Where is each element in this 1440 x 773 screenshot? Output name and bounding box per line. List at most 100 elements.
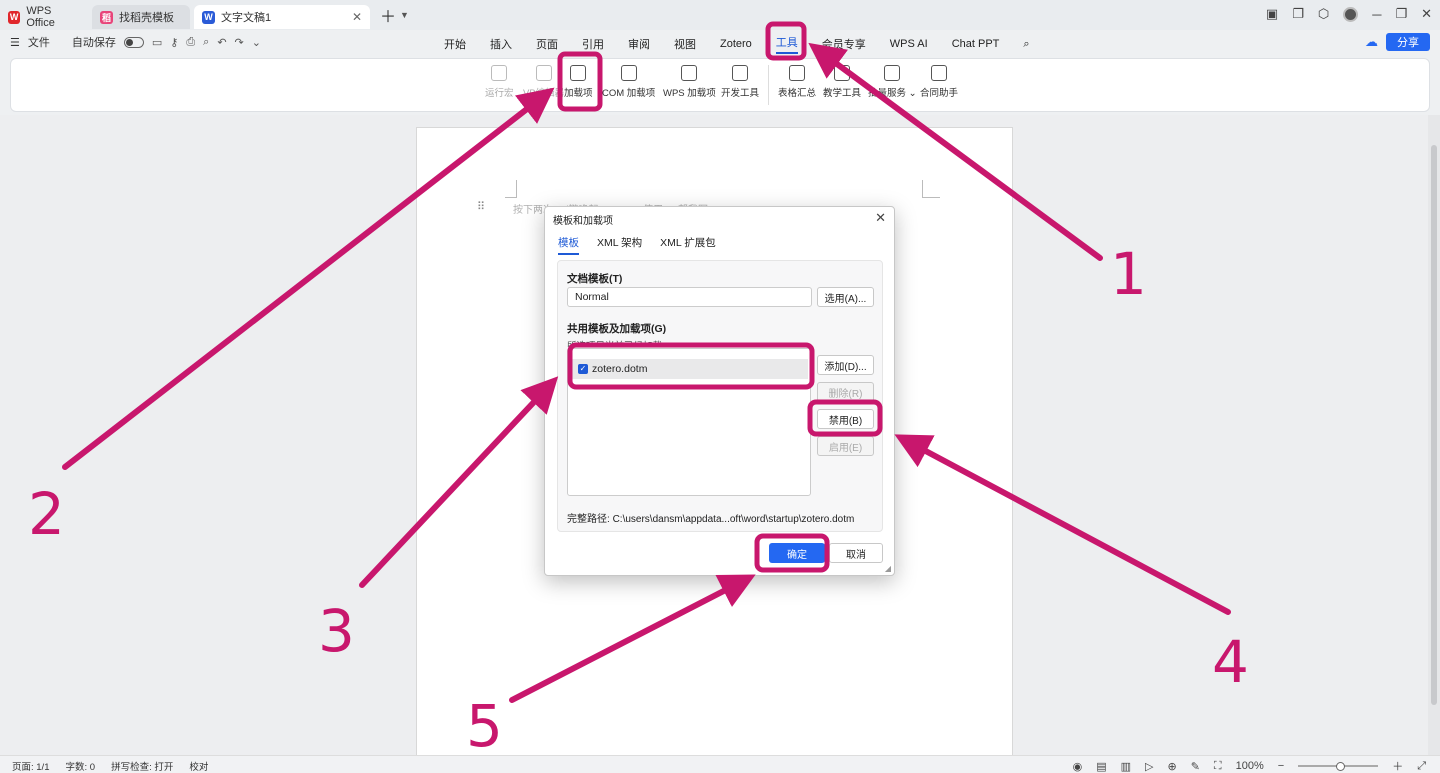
expand-icon[interactable]: ⤢ — [1417, 760, 1426, 773]
share-button[interactable]: 分享 — [1386, 33, 1430, 51]
developer-tools-button[interactable]: 开发工具 — [721, 65, 759, 99]
tab-insert[interactable]: 插入 — [490, 36, 512, 52]
restore-icon[interactable]: ❐ — [1395, 6, 1407, 22]
globe-icon[interactable]: ⊕ — [1167, 760, 1176, 773]
template-logo-icon: 稻 — [100, 10, 113, 24]
com-addins-button[interactable]: COM 加载项 — [602, 65, 655, 99]
autosave-toggle[interactable] — [123, 36, 144, 48]
key-icon[interactable]: ⚷ — [170, 36, 178, 49]
ribbon-label: 开发工具 — [721, 88, 760, 99]
drag-handle-icon[interactable]: ⠿ — [477, 200, 485, 213]
tab-member[interactable]: 会员专享 — [822, 36, 866, 52]
cube-icon — [681, 65, 698, 81]
enable-button[interactable]: 启用(E) — [817, 436, 874, 456]
word-count[interactable]: 字数: 0 — [66, 759, 96, 773]
vb-editor-button[interactable]: VB编辑器 — [523, 65, 564, 99]
ok-button[interactable]: 确定 — [769, 543, 825, 563]
teaching-tools-button[interactable]: 教学工具 — [823, 65, 861, 99]
addin-name: zotero.dotm — [592, 363, 648, 375]
page-view-icon[interactable]: ▤ — [1096, 760, 1106, 773]
pen-icon[interactable]: ✎ — [1191, 760, 1200, 773]
close-icon[interactable]: ✕ — [352, 10, 362, 24]
proofread[interactable]: 校对 — [189, 759, 208, 773]
resize-grip-icon[interactable]: ◢ — [885, 564, 891, 573]
chevron-down-icon[interactable]: ⌄ — [252, 36, 261, 49]
tab-templates[interactable]: 稻 找稻壳模板 — [92, 5, 190, 29]
annotation-number-5: 5 — [466, 692, 503, 760]
minimize-icon[interactable]: ─ — [1372, 7, 1381, 22]
vertical-scrollbar[interactable] — [1428, 115, 1440, 755]
tab-references[interactable]: 引用 — [582, 36, 604, 52]
addins-list[interactable]: ✓ zotero.dotm — [567, 348, 811, 496]
dialog-panel: 文档模板(T) Normal 选用(A)... 共用模板及加载项(G) 所选项目… — [557, 260, 883, 532]
tab-chat-ppt[interactable]: Chat PPT — [952, 38, 1000, 50]
writer-logo-icon: W — [202, 10, 215, 24]
tab-view[interactable]: 视图 — [674, 36, 696, 52]
tab-page[interactable]: 页面 — [536, 36, 558, 52]
hamburger-icon[interactable]: ☰ — [10, 36, 20, 49]
wps-addins-button[interactable]: WPS 加载项 — [663, 65, 716, 99]
fit-icon[interactable]: ⛶ — [1214, 760, 1222, 773]
briefcase-icon — [931, 65, 947, 81]
eye-icon[interactable]: ◉ — [1073, 760, 1083, 773]
layout-icon[interactable]: ▥ — [1121, 760, 1131, 773]
tab-label: 找稻壳模板 — [119, 12, 174, 24]
annotation-number-1: 1 — [1110, 240, 1147, 308]
close-icon[interactable]: ✕ — [875, 210, 886, 226]
cube-icon — [570, 65, 587, 81]
list-item[interactable]: ✓ zotero.dotm — [570, 359, 808, 379]
zoom-slider[interactable] — [1298, 762, 1379, 771]
cancel-button[interactable]: 取消 — [829, 543, 883, 563]
tab-document[interactable]: W 文字文稿1 ✕ — [194, 5, 370, 29]
tab-templates[interactable]: 模板 — [558, 235, 579, 255]
table-summary-button[interactable]: 表格汇总 — [778, 65, 816, 99]
tab-xml-schema[interactable]: XML 架构 — [597, 235, 642, 255]
shared-templates-label: 共用模板及加载项(G) — [567, 323, 667, 335]
tab-xml-expansion[interactable]: XML 扩展包 — [660, 235, 716, 255]
tab-tools[interactable]: 工具 — [775, 34, 798, 54]
zoom-out-icon[interactable]: − — [1278, 760, 1284, 772]
addins-button[interactable]: 加载项 — [564, 65, 593, 99]
cube-gear-icon — [620, 65, 637, 81]
close-window-icon[interactable]: ✕ — [1421, 6, 1432, 22]
share-label: 分享 — [1397, 37, 1419, 49]
tab-zotero[interactable]: Zotero — [720, 38, 752, 50]
contract-assistant-button[interactable]: 合同助手 — [920, 65, 958, 99]
ribbon-label: 教学工具 — [823, 88, 862, 99]
doc-template-input[interactable]: Normal — [567, 287, 812, 307]
spell-check[interactable]: 拼写检查: 打开 — [111, 759, 173, 773]
scrollbar-thumb[interactable] — [1431, 145, 1437, 705]
path-label: 完整路径: — [567, 514, 610, 525]
add-button[interactable]: 添加(D)... — [817, 355, 874, 375]
wps-logo-icon: W — [8, 10, 21, 24]
zoom-in-icon[interactable]: ＋ — [1392, 758, 1403, 773]
select-template-button[interactable]: 选用(A)... — [817, 287, 874, 307]
play-icon[interactable]: ▷ — [1145, 760, 1153, 773]
disable-button[interactable]: 禁用(B) — [817, 409, 874, 429]
tab-home[interactable]: 开始 — [444, 36, 466, 52]
window-icon[interactable]: ❐ — [1292, 6, 1304, 22]
tab-wps-ai[interactable]: WPS AI — [890, 38, 928, 50]
run-macro-button[interactable]: 运行宏 — [485, 65, 514, 99]
page-count[interactable]: 页面: 1/1 — [12, 759, 50, 773]
save-icon[interactable]: ▭ — [152, 36, 162, 49]
preview-icon[interactable]: ⌕ — [203, 36, 209, 49]
remove-button[interactable]: 删除(R) — [817, 382, 874, 402]
cube-icon[interactable]: ⬡ — [1318, 6, 1329, 22]
annotation-number-2: 2 — [28, 480, 65, 548]
avatar[interactable] — [1343, 6, 1359, 22]
undo-icon[interactable]: ↶ — [217, 36, 226, 49]
zoom-level[interactable]: 100% — [1236, 760, 1264, 772]
file-menu[interactable]: 文件 — [28, 34, 50, 50]
print-icon[interactable]: ⎙ — [186, 36, 195, 49]
screenshot-icon[interactable]: ▣ — [1266, 6, 1278, 22]
new-tab-icon[interactable]: ＋ — [380, 3, 396, 27]
tab-wps-office[interactable]: W WPS Office — [0, 5, 88, 29]
cloud-icon[interactable]: ☁ — [1365, 34, 1378, 50]
tab-review[interactable]: 审阅 — [628, 36, 650, 52]
batch-service-button[interactable]: 批量服务 ⌄ — [868, 65, 917, 99]
chevron-down-icon[interactable]: ▼ — [400, 10, 409, 20]
redo-icon[interactable]: ↷ — [235, 36, 244, 49]
search-icon[interactable]: ⌕ — [1023, 38, 1029, 51]
checkbox-checked-icon[interactable]: ✓ — [578, 364, 588, 374]
